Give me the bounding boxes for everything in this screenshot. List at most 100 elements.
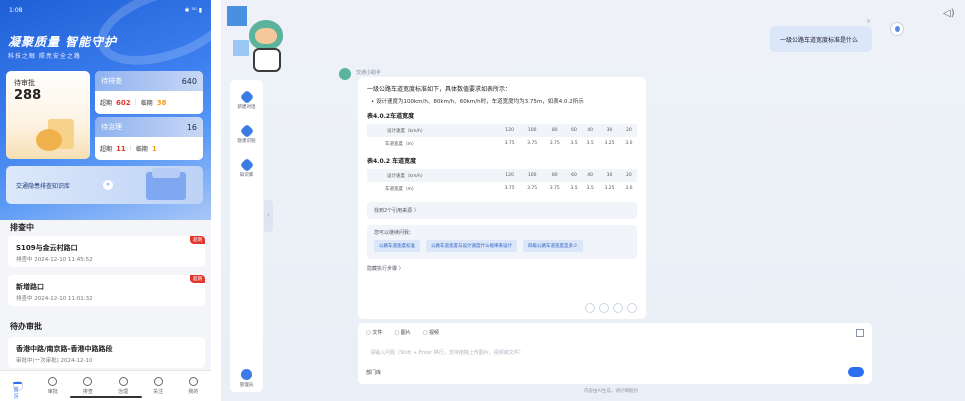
- knowledge-base-banner[interactable]: 交通隐患排查知识库 »: [6, 166, 203, 204]
- table-cell: 3.75: [527, 141, 538, 146]
- department-library-toggle[interactable]: 部门库: [366, 369, 381, 376]
- tab-label: 我的: [188, 389, 199, 395]
- assistant-name: 交通小助手: [356, 70, 382, 76]
- tab-label: 排查: [82, 389, 93, 395]
- steps-toggle[interactable]: 隐藏执行步骤 〉: [367, 265, 637, 272]
- list-item[interactable]: 香港中路/南京路-香港中路路段 审批中(一次审批) 2024-12-10: [8, 337, 205, 368]
- treatment-card[interactable]: 待治理 16 超期 11 | 临期 1: [95, 117, 203, 160]
- section-approval: 待办审批: [10, 322, 42, 331]
- thumb-up-icon[interactable]: [585, 303, 595, 313]
- tab-mine[interactable]: 我的: [188, 377, 198, 395]
- item-name: S109与金云村路口: [16, 244, 78, 252]
- sidebar-item-label: 知识库: [239, 173, 254, 178]
- user-icon: [188, 377, 198, 386]
- user-message-text: 一级公路车道宽度标准是什么: [780, 36, 859, 44]
- item-meta: 排查中 2024-12-10 11:45:52: [16, 257, 93, 263]
- assistant-window: 新建对话 隐患识别 知识库 管理员 › ◁) 一级公路车道宽度标准是什么 × 交…: [221, 0, 965, 401]
- overdue-badge: 超期: [190, 236, 205, 244]
- attach-image-button[interactable]: 图片: [394, 329, 411, 336]
- investigation-card[interactable]: 待排查 640 超期 602 | 临期 38: [95, 71, 203, 114]
- overdue-count: 11: [116, 144, 126, 153]
- pending-review-card[interactable]: 待审批 288: [6, 71, 90, 159]
- suggestion-chip[interactable]: 四级公路车道宽度是多少: [523, 240, 583, 252]
- item-meta: 排查中 2024-12-10 11:01:32: [16, 296, 93, 302]
- pending-review-count: 288: [14, 88, 42, 103]
- answer-bullet: • 设计速度为100km/h、80km/h、60km/h时，车道宽度均为3.75…: [371, 99, 584, 105]
- table-cell: 3.5: [586, 186, 594, 191]
- sidebar-item-knowledge[interactable]: 知识库: [230, 157, 263, 178]
- suggestion-chip[interactable]: 公路车道宽度与设计速度什么规律来设计: [426, 240, 517, 252]
- chat-input-box: 文件 图片 视频 请输入问题（Shift + Enter 换行，支持拖拽上传图片…: [358, 323, 872, 384]
- tab-watch[interactable]: 关注: [153, 377, 163, 395]
- header-cell: 40: [582, 124, 599, 137]
- header-cell: 100: [520, 124, 544, 137]
- hazard-icon: [239, 123, 254, 139]
- sidebar-item-hazard[interactable]: 隐患识别: [230, 123, 263, 144]
- table-cell: 3.75: [527, 186, 538, 191]
- attach-video-button[interactable]: 视频: [423, 329, 439, 336]
- section-checking: 排查中: [10, 223, 34, 232]
- treatment-label: 待治理: [101, 123, 122, 131]
- answer-intro: 一级公路车道宽度标准如下，具体数值要求如表所示：: [367, 86, 512, 93]
- header-cell: 20: [620, 124, 637, 137]
- copy-icon[interactable]: [613, 303, 623, 313]
- item-name: 新增路口: [16, 283, 44, 291]
- new-chat-icon: [239, 89, 254, 105]
- slogan-subtitle: 科技之眼 照亮安全之路: [8, 53, 81, 60]
- thumb-down-icon[interactable]: [599, 303, 609, 313]
- assistant-avatar: [339, 68, 351, 80]
- tab-label: 关注: [153, 389, 164, 395]
- approval-icon: [48, 377, 58, 386]
- sidebar-collapse-button[interactable]: ›: [264, 200, 273, 232]
- header-cell: 40: [582, 169, 599, 182]
- header-cell: 30: [598, 124, 621, 137]
- table-cell: 3.75: [549, 186, 560, 191]
- expand-icon[interactable]: [856, 329, 864, 337]
- sidebar-user[interactable]: 管理员: [230, 369, 263, 388]
- attach-file-button[interactable]: 文件: [366, 329, 382, 336]
- document-illustration-icon: [36, 119, 76, 153]
- folder-icon: [146, 168, 186, 200]
- table-caption: 表4.0.2 车道宽度: [367, 158, 417, 165]
- table-cell: 3.5: [586, 141, 594, 146]
- header-cell: 设计速度（km/h）: [367, 169, 499, 182]
- sidebar-item-label: 新建对话: [237, 105, 256, 110]
- check-icon: [83, 377, 93, 386]
- tab-govern[interactable]: 治理: [118, 377, 128, 395]
- overdue-badge: 超期: [190, 275, 205, 283]
- close-icon[interactable]: ×: [866, 18, 871, 25]
- table-cell: 3.5: [570, 186, 578, 191]
- overdue-label: 超期: [100, 146, 113, 153]
- overdue-label: 超期: [100, 100, 113, 107]
- sidebar-item-new-chat[interactable]: 新建对话: [230, 89, 263, 110]
- screen: 1:08 ✱ ⁵ᴳ ▮ 凝聚质量 智能守护 科技之眼 照亮安全之路 待审批 28…: [0, 0, 965, 401]
- message-actions: [585, 303, 637, 313]
- chat-input[interactable]: 请输入问题（Shift + Enter 换行，支持拖拽上传图片、视频或文件）: [370, 349, 524, 356]
- user-avatar: [890, 22, 904, 36]
- regenerate-icon[interactable]: [627, 303, 637, 313]
- govern-icon: [118, 377, 128, 386]
- table-cell: 3.0: [625, 141, 633, 146]
- suggestion-title: 您可以继续问我：: [374, 230, 415, 236]
- assistant-message: 一级公路车道宽度标准如下，具体数值要求如表所示： • 设计速度为100km/h、…: [358, 77, 646, 319]
- send-button[interactable]: [848, 367, 864, 377]
- tab-home[interactable]: 首页: [12, 381, 23, 400]
- overdue-count: 602: [116, 98, 131, 107]
- tab-check[interactable]: 排查: [83, 377, 93, 395]
- table-cell: 3.75: [549, 141, 560, 146]
- due-count: 1: [151, 144, 157, 153]
- tab-approval[interactable]: 审批: [48, 377, 58, 395]
- table-header-row: 设计速度（km/h） 120 100 80 60 40 30 20: [367, 169, 637, 182]
- suggestion-chip[interactable]: 公路车道宽度标准: [374, 240, 420, 252]
- reference-toggle[interactable]: 找到2个引用来源 〉: [367, 202, 637, 219]
- speaker-icon[interactable]: ◁): [943, 8, 955, 19]
- slogan: 凝聚质量 智能守护: [8, 35, 118, 49]
- header-cell: 80: [543, 124, 566, 137]
- status-icons: ✱ ⁵ᴳ ▮: [184, 6, 202, 14]
- list-item[interactable]: S109与金云村路口 排查中 2024-12-10 11:45:52 超期: [8, 236, 205, 267]
- due-label: 临期: [140, 100, 153, 107]
- tab-label: 审批: [47, 389, 58, 395]
- input-toolbar: 文件 图片 视频: [366, 329, 439, 336]
- tab-label: 治理: [118, 389, 129, 395]
- list-item[interactable]: 新增路口 排查中 2024-12-10 11:01:32 超期: [8, 275, 205, 306]
